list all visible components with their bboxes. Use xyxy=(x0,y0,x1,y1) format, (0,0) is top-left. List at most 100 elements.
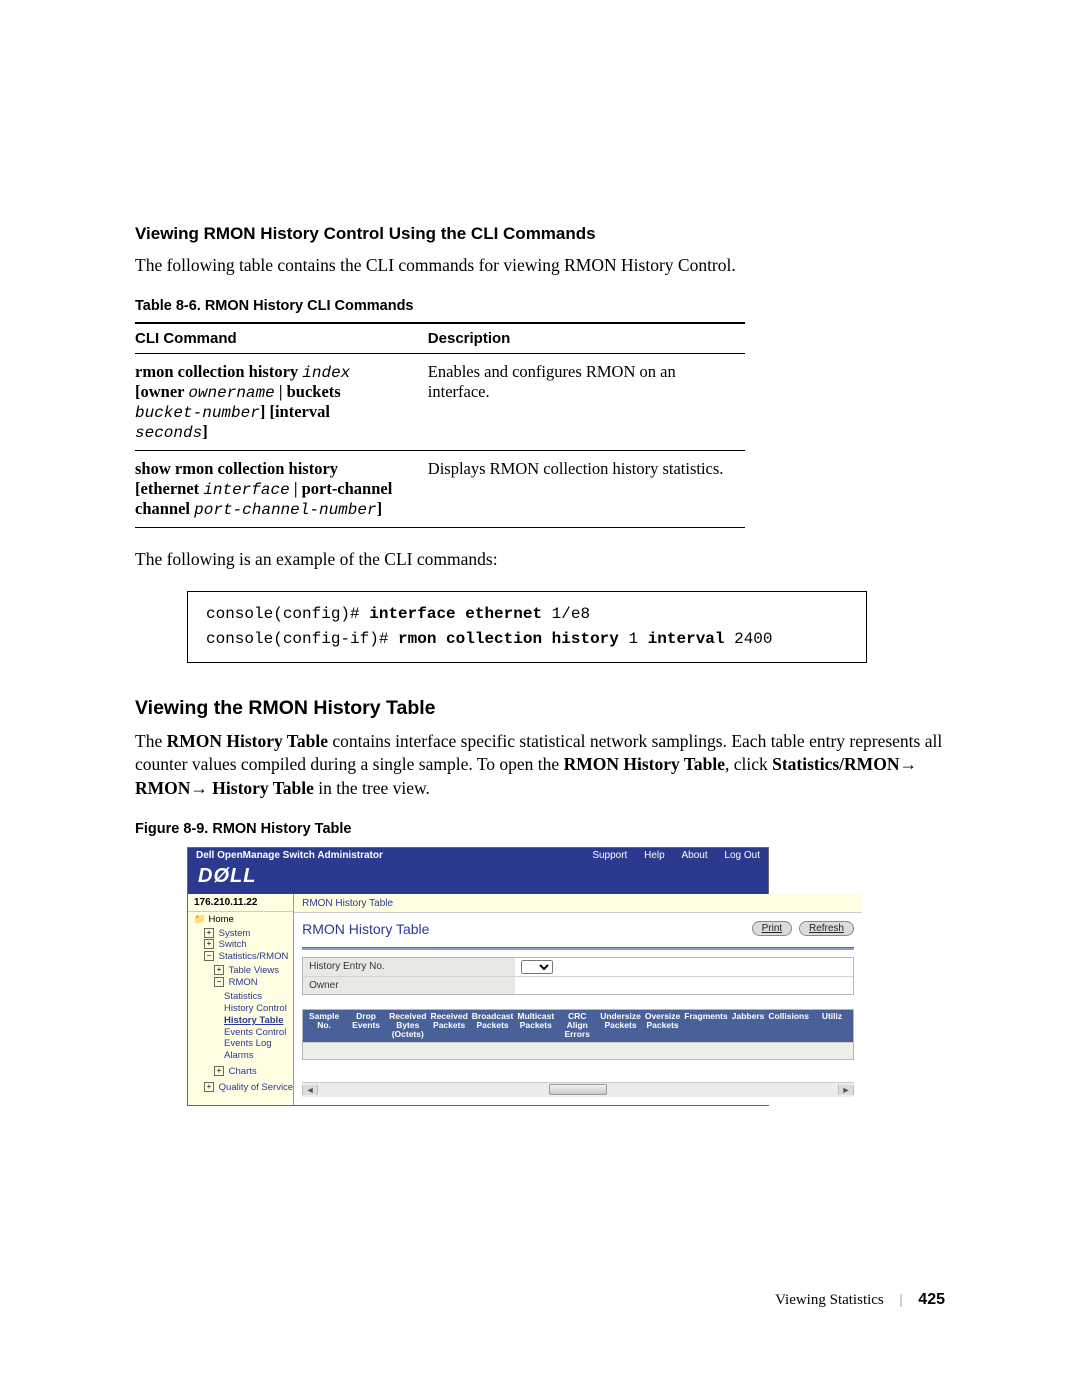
app-header: Dell OpenManage Switch Administrator Sup… xyxy=(188,848,768,863)
horizontal-scrollbar[interactable]: ◄ ► xyxy=(302,1082,854,1097)
code-text: interface ethernet xyxy=(369,605,542,623)
code-text: 1/e8 xyxy=(542,605,590,623)
panel-buttons: Print Refresh xyxy=(748,921,854,936)
chapter-name: Viewing Statistics xyxy=(775,1292,884,1308)
page-number: 425 xyxy=(918,1291,945,1308)
link-logout[interactable]: Log Out xyxy=(724,850,760,861)
expand-icon[interactable]: + xyxy=(214,965,224,975)
owner-label: Owner xyxy=(303,977,515,994)
cmd-keyword: show rmon collection history xyxy=(135,459,338,478)
cmd-var: port-channel-number xyxy=(194,501,376,519)
th-cli-command: CLI Command xyxy=(135,323,428,354)
cli-desc-cell: Displays RMON collection history statist… xyxy=(428,450,745,527)
expand-icon[interactable]: + xyxy=(204,1082,214,1092)
main-panel: RMON History Table RMON History Table Pr… xyxy=(294,894,862,1105)
refresh-button[interactable]: Refresh xyxy=(799,921,854,936)
scroll-right-icon[interactable]: ► xyxy=(838,1085,854,1095)
empty-row xyxy=(303,1042,853,1059)
cmd-var: seconds xyxy=(135,424,202,442)
collapse-icon[interactable]: − xyxy=(204,951,214,961)
th-collisions: Collisions xyxy=(766,1010,811,1042)
code-text: rmon collection history xyxy=(398,630,619,648)
expand-icon[interactable]: + xyxy=(204,928,214,938)
code-text: 2400 xyxy=(725,630,773,648)
intro-text-1: The following table contains the CLI com… xyxy=(135,254,945,278)
results-table: Sample No. Drop Events Received Bytes (O… xyxy=(302,1009,854,1060)
tree-table-views[interactable]: + Table Views xyxy=(214,965,293,977)
tree-qos[interactable]: + Quality of Service xyxy=(204,1082,293,1094)
th-crc-errors: CRC Align Errors xyxy=(556,1010,598,1042)
nav-tree: 176.210.11.22 📁 Home + System + Switch −… xyxy=(188,894,294,1105)
cli-example-block: console(config)# interface ethernet 1/e8… xyxy=(187,591,867,663)
page-footer: Viewing Statistics | 425 xyxy=(775,1291,945,1309)
tree-rmon-history-control[interactable]: History Control xyxy=(224,1003,293,1015)
cmd-var: interface xyxy=(203,481,289,499)
cmd-var: index xyxy=(302,364,350,382)
code-text: interval xyxy=(648,630,725,648)
cmd-keyword: ] xyxy=(377,499,383,518)
th-received-bytes: Received Bytes (Octets) xyxy=(387,1010,428,1042)
code-text: 1 xyxy=(619,630,648,648)
th-drop-events: Drop Events xyxy=(345,1010,387,1042)
tree-rmon-events-control[interactable]: Events Control xyxy=(224,1027,293,1039)
collapse-icon[interactable]: − xyxy=(214,977,224,987)
tree-rmon[interactable]: − RMON xyxy=(214,977,293,989)
history-entry-label: History Entry No. xyxy=(303,958,515,976)
brand-logo: DØLL xyxy=(188,863,768,894)
tree-rmon-events-log[interactable]: Events Log xyxy=(224,1038,293,1050)
tree-stats[interactable]: − Statistics/RMON xyxy=(204,951,293,963)
tree-rmon-alarms[interactable]: Alarms xyxy=(224,1050,293,1062)
cmd-keyword: | buckets xyxy=(275,382,341,401)
table-row: rmon collection history index [owner own… xyxy=(135,353,745,450)
text-bold: RMON History Table xyxy=(564,754,725,774)
cmd-keyword: ] [interval xyxy=(260,402,330,421)
view-paragraph: The RMON History Table contains interfac… xyxy=(135,730,945,801)
tree-home[interactable]: 📁 Home xyxy=(194,914,293,926)
cmd-keyword: [ethernet xyxy=(135,479,203,498)
th-description: Description xyxy=(428,323,745,354)
th-multicast-packets: Multicast Packets xyxy=(515,1010,556,1042)
divider xyxy=(302,947,854,950)
app-title: Dell OpenManage Switch Administrator xyxy=(196,850,383,861)
expand-icon[interactable]: + xyxy=(204,939,214,949)
device-ip: 176.210.11.22 xyxy=(188,894,293,912)
scroll-left-icon[interactable]: ◄ xyxy=(302,1085,318,1095)
link-about[interactable]: About xyxy=(681,850,707,861)
cli-command-cell: rmon collection history index [owner own… xyxy=(135,353,428,450)
tree-charts[interactable]: + Charts xyxy=(214,1066,293,1078)
panel-title: RMON History Table xyxy=(302,921,429,937)
table-caption: Table 8-6. RMON History CLI Commands xyxy=(135,298,945,314)
history-entry-select[interactable] xyxy=(521,960,553,974)
table-row: show rmon collection history [ethernet i… xyxy=(135,450,745,527)
text: The xyxy=(135,731,167,751)
print-button[interactable]: Print xyxy=(752,921,793,936)
tree-rmon-history-table[interactable]: History Table xyxy=(224,1015,293,1027)
tree-system[interactable]: + System xyxy=(204,928,293,940)
tree-switch[interactable]: + Switch xyxy=(204,939,293,951)
code-text: console(config-if)# xyxy=(206,630,398,648)
cli-desc-cell: Enables and configures RMON on an interf… xyxy=(428,353,745,450)
th-undersize-packets: Undersize Packets xyxy=(598,1010,643,1042)
breadcrumb: RMON History Table xyxy=(294,894,862,913)
th-sample-no: Sample No. xyxy=(303,1010,345,1042)
th-jabbers: Jabbers xyxy=(730,1010,767,1042)
th-oversize-packets: Oversize Packets xyxy=(643,1010,682,1042)
cmd-keyword: rmon collection history xyxy=(135,362,302,381)
cli-command-cell: show rmon collection history [ethernet i… xyxy=(135,450,428,527)
link-support[interactable]: Support xyxy=(592,850,627,861)
th-utilization: Utiliz xyxy=(811,1010,853,1042)
scroll-thumb[interactable] xyxy=(549,1084,607,1095)
cmd-keyword: | port-channel xyxy=(290,479,393,498)
filter-form: History Entry No. Owner xyxy=(302,957,854,995)
header-links: Support Help About Log Out xyxy=(578,850,760,861)
th-broadcast-packets: Broadcast Packets xyxy=(470,1010,516,1042)
expand-icon[interactable]: + xyxy=(214,1066,224,1076)
section-heading-cli: Viewing RMON History Control Using the C… xyxy=(135,224,945,244)
cmd-var: ownername xyxy=(188,384,274,402)
code-text: console(config)# xyxy=(206,605,369,623)
th-fragments: Fragments xyxy=(682,1010,729,1042)
intro-text-2: The following is an example of the CLI c… xyxy=(135,548,945,572)
cli-commands-table: CLI Command Description rmon collection … xyxy=(135,322,745,528)
link-help[interactable]: Help xyxy=(644,850,665,861)
tree-rmon-statistics[interactable]: Statistics xyxy=(224,991,293,1003)
